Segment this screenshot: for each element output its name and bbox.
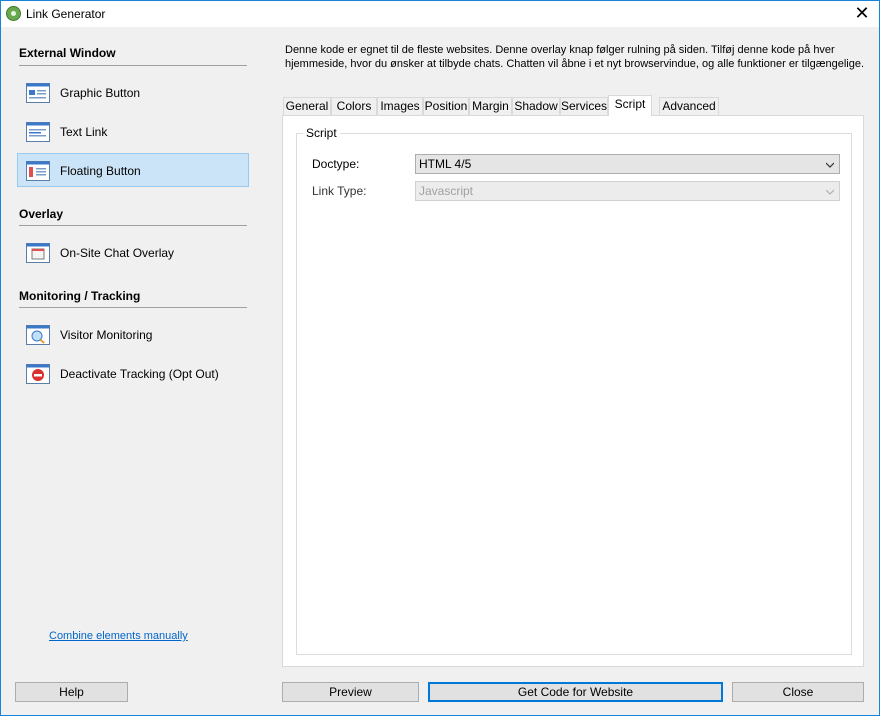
chevron-down-icon (826, 162, 834, 168)
close-icon[interactable]: ✕ (851, 3, 873, 25)
sidebar-item-floating-button[interactable]: Floating Button (17, 153, 249, 187)
section-title-overlay: Overlay (19, 207, 64, 221)
text-link-icon (26, 122, 50, 142)
section-divider (19, 65, 247, 66)
tab-shadow[interactable]: Shadow (512, 97, 560, 115)
sidebar-item-visitor-monitoring[interactable]: Visitor Monitoring (17, 317, 249, 351)
sidebar-item-chat-overlay[interactable]: On-Site Chat Overlay (17, 235, 249, 269)
link-type-select[interactable]: Javascript (415, 181, 840, 201)
link-type-label: Link Type: (312, 184, 367, 198)
section-divider (19, 307, 247, 308)
sidebar: External Window Graphic Button Text Link… (1, 27, 263, 715)
app-icon (6, 6, 21, 21)
chat-overlay-icon (26, 243, 50, 263)
section-title-monitoring: Monitoring / Tracking (19, 289, 141, 303)
close-button[interactable]: Close (732, 682, 864, 702)
visitor-monitoring-icon (26, 325, 50, 345)
sidebar-item-label: Deactivate Tracking (Opt Out) (60, 367, 219, 381)
combine-elements-link[interactable]: Combine elements manually (49, 630, 188, 642)
group-title: Script (303, 126, 340, 140)
doctype-select[interactable]: HTML 4/5 (415, 154, 840, 174)
tab-advanced[interactable]: Advanced (659, 97, 719, 115)
tab-general[interactable]: General (283, 97, 331, 115)
sidebar-item-label: Visitor Monitoring (60, 328, 153, 342)
tab-position[interactable]: Position (423, 97, 469, 115)
tab-margin[interactable]: Margin (469, 97, 512, 115)
floating-button-icon (26, 161, 50, 181)
doctype-value: HTML 4/5 (419, 157, 472, 171)
tab-script[interactable]: Script (608, 95, 652, 116)
script-group: Script Doctype: HTML 4/5 Link Type: Java… (296, 126, 852, 655)
sidebar-item-label: Floating Button (60, 164, 141, 178)
preview-button[interactable]: Preview (282, 682, 419, 702)
sidebar-item-graphic-button[interactable]: Graphic Button (17, 75, 249, 109)
tab-panel-script: Script Doctype: HTML 4/5 Link Type: Java… (282, 115, 864, 667)
link-generator-window: Link Generator ✕ External Window Graphic… (0, 0, 880, 716)
doctype-label: Doctype: (312, 157, 360, 171)
tab-colors[interactable]: Colors (331, 97, 377, 115)
deactivate-tracking-icon (26, 364, 50, 384)
link-type-value: Javascript (419, 184, 474, 198)
chevron-down-icon (826, 189, 834, 195)
sidebar-item-text-link[interactable]: Text Link (17, 114, 249, 148)
sidebar-item-deactivate-tracking[interactable]: Deactivate Tracking (Opt Out) (17, 356, 249, 390)
section-title-external-window: External Window (19, 46, 116, 60)
section-divider (19, 225, 247, 226)
tab-services[interactable]: Services (560, 97, 608, 115)
tab-images[interactable]: Images (377, 97, 423, 115)
sidebar-item-label: Graphic Button (60, 86, 141, 100)
title-bar: Link Generator ✕ (1, 1, 879, 27)
get-code-button[interactable]: Get Code for Website (428, 682, 723, 702)
description-text: Denne kode er egnet til de fleste websit… (285, 44, 865, 70)
sidebar-item-label: On-Site Chat Overlay (60, 246, 175, 260)
graphic-button-icon (26, 83, 50, 103)
sidebar-item-label: Text Link (60, 125, 108, 139)
window-title: Link Generator (26, 7, 106, 21)
help-button[interactable]: Help (15, 682, 128, 702)
